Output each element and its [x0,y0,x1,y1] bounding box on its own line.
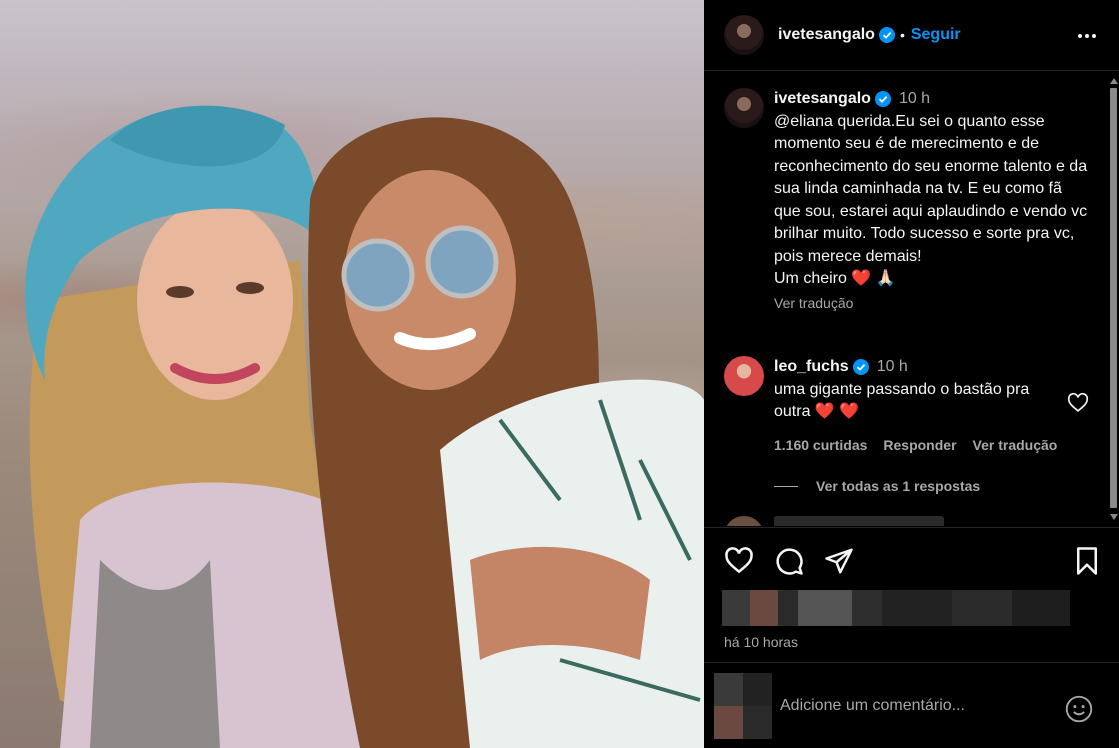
replies-line [774,485,798,487]
scroll-up-arrow[interactable] [1110,78,1118,84]
caption-time[interactable]: 10 h [899,88,930,111]
post-photo [0,0,704,748]
view-replies-button[interactable]: Ver todas as 1 respostas [774,478,980,494]
view-replies-label: Ver todas as 1 respostas [816,478,981,494]
follow-button[interactable]: Seguir [911,26,961,44]
comment-translate-link[interactable]: Ver tradução [973,434,1058,457]
caption-comment: ivetesangalo 10 h @eliana querida.Eu sei… [724,88,1099,314]
post-sidebar: ivetesangalo • Seguir ivetesangalo 10 h … [704,0,1119,748]
caption-text: @eliana querida.Eu sei o quanto esse mom… [774,112,1092,265]
post-timestamp[interactable]: há 10 horas [724,634,798,650]
comments-list[interactable]: ivetesangalo 10 h @eliana querida.Eu sei… [704,72,1119,526]
next-comment-peek [724,516,1084,526]
author-avatar[interactable] [724,15,764,55]
comment-likes[interactable]: 1.160 curtidas [774,434,867,457]
caption-username[interactable]: ivetesangalo [774,88,871,111]
comment-text: uma gigante passando o bastão pra outra … [774,380,1034,421]
post-header: ivetesangalo • Seguir [704,0,1119,71]
photo-illustration [25,105,704,748]
caption-translate-link[interactable]: Ver tradução [774,292,1089,315]
comments-scrollbar[interactable] [1108,72,1119,526]
verified-badge-icon [852,359,869,376]
heart-icon[interactable] [724,546,754,576]
comment-item: leo_fuchs 10 h uma gigante passando o ba… [724,356,1099,456]
likes-summary-blurred[interactable] [722,590,1070,626]
author-username[interactable]: ivetesangalo [778,26,875,44]
scroll-thumb[interactable] [1110,88,1117,508]
verified-badge-icon [878,27,895,43]
more-icon[interactable] [1075,24,1099,48]
separator-dot: • [899,27,905,43]
comment-avatar[interactable] [724,356,764,396]
comment-time[interactable]: 10 h [877,356,908,379]
comment-icon[interactable] [774,546,804,576]
emoji-icon[interactable] [1065,695,1093,723]
send-icon[interactable] [824,546,854,576]
scroll-down-arrow[interactable] [1110,514,1118,520]
reply-button[interactable]: Responder [883,434,956,457]
caption-avatar[interactable] [724,88,764,128]
verified-badge-icon [874,91,891,108]
current-user-avatar-blurred [714,672,772,739]
post-actions [704,527,1119,593]
comment-username[interactable]: leo_fuchs [774,356,849,379]
bookmark-icon[interactable] [1072,546,1102,576]
add-comment-bar: Adicione um comentário... [704,662,1119,748]
comment-like-heart-icon[interactable] [1067,392,1089,414]
caption-closing: Um cheiro ❤️ 🙏🏻 [774,270,896,287]
